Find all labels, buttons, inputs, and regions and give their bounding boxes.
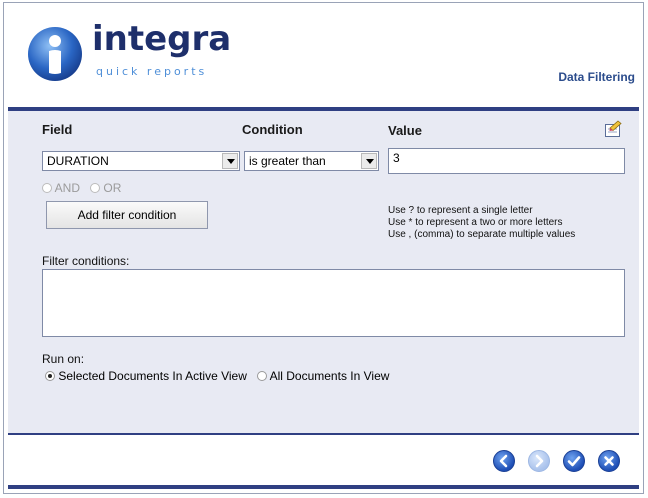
value-input[interactable]: 3 — [388, 148, 625, 174]
condition-select[interactable]: is greater than — [244, 151, 379, 171]
condition-label: Condition — [242, 122, 303, 137]
cancel-button[interactable] — [598, 450, 620, 472]
integra-logo: integra quick reports — [26, 19, 246, 85]
add-filter-condition-button[interactable]: Add filter condition — [46, 201, 208, 229]
edit-note-icon[interactable] — [604, 120, 622, 138]
filter-panel: Field Condition Value DURATION is greate… — [8, 111, 639, 434]
run-on-group: Selected Documents In Active View All Do… — [45, 369, 389, 383]
chevron-down-icon[interactable] — [361, 153, 377, 169]
run-on-label: Run on: — [42, 352, 85, 366]
field-select-value: DURATION — [47, 154, 109, 168]
section-title: Data Filtering — [558, 70, 635, 84]
and-label: AND — [54, 181, 81, 195]
condition-select-value: is greater than — [249, 154, 326, 168]
cancel-icon — [604, 456, 614, 466]
filter-conditions-label: Filter conditions: — [42, 254, 130, 268]
hint-single-letter: Use ? to represent a single letter — [388, 205, 533, 216]
value-label: Value — [388, 123, 422, 138]
all-documents-label: All Documents In View — [269, 369, 390, 383]
filter-conditions-textarea[interactable] — [42, 269, 625, 337]
dialog-frame: integra quick reports Data Filtering Fie… — [3, 2, 644, 494]
and-or-group: AND OR — [42, 181, 121, 195]
selected-documents-label: Selected Documents In Active View — [58, 369, 247, 383]
logo-icon — [28, 27, 82, 81]
or-radio[interactable] — [90, 183, 101, 193]
field-select[interactable]: DURATION — [42, 151, 240, 171]
check-icon — [567, 456, 581, 467]
logo-text: integra — [92, 19, 232, 59]
all-documents-radio[interactable] — [256, 371, 267, 381]
hint-multiple-letters: Use * to represent a two or more letters — [388, 217, 563, 228]
logo-subtext: quick reports — [96, 65, 208, 78]
forward-icon — [535, 454, 544, 468]
bottom-border — [8, 485, 639, 489]
or-label: OR — [103, 181, 122, 195]
value-input-text: 3 — [393, 151, 400, 165]
hint-comma: Use , (comma) to separate multiple value… — [388, 229, 576, 240]
chevron-down-icon[interactable] — [222, 153, 238, 169]
ok-button[interactable] — [563, 450, 585, 472]
back-icon — [499, 454, 508, 468]
field-label: Field — [42, 122, 73, 137]
selected-documents-radio[interactable] — [45, 371, 55, 381]
back-button[interactable] — [493, 450, 515, 472]
and-radio[interactable] — [42, 183, 52, 193]
footer-divider — [8, 433, 639, 435]
forward-button[interactable] — [528, 450, 550, 472]
